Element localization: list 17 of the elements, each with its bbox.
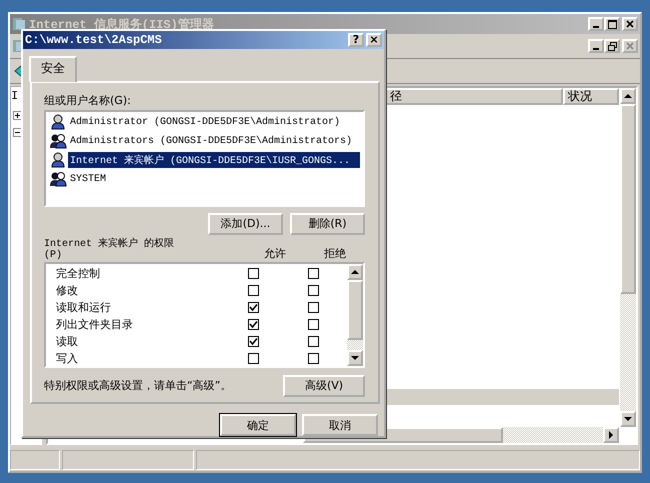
permission-name: 读取和运行: [56, 300, 112, 315]
permission-name: 完全控制: [56, 266, 101, 281]
user-name: SYSTEM: [69, 172, 108, 186]
dialog-title: C:\www.test\2AspCMS: [25, 32, 162, 47]
user-name: Administrator (GONGSI-DDE5DF3E\Administrator): [69, 116, 342, 129]
permission-name: 写入: [56, 350, 79, 366]
permission-name: 读取: [56, 334, 79, 349]
advanced-hint: 特别权限或高级设置，请单击“高级”。: [44, 378, 232, 394]
users-label: 组或用户名称(G):: [44, 92, 132, 108]
user-name: Administrators (GONGSI-DDE5DF3E\Administrators): [69, 134, 354, 148]
permission-name: 修改: [56, 282, 79, 298]
user-name: Internet 来宾帐户 (GONGSI-DDE5DF3E\IUSR_GONGS...: [68, 152, 360, 168]
permissions-label: Internet 来宾帐户 的权限: [44, 238, 176, 250]
permissions-mnemonic: (P): [44, 250, 64, 261]
column-header: 拒绝: [323, 246, 347, 261]
permission-name: 列出文件夹目录: [56, 316, 134, 332]
column-header: 允许: [263, 246, 287, 261]
